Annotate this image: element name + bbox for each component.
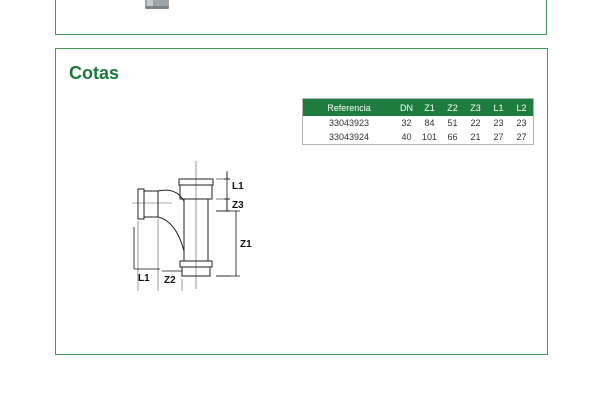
cell-z1: 84 xyxy=(424,118,435,128)
col-header-dn: DN xyxy=(395,98,418,116)
col-header-z1: Z1 xyxy=(418,98,442,116)
cell-l1: 27 xyxy=(493,132,504,142)
cell-referencia: 33043924 xyxy=(328,132,370,142)
fitting-image-fragment xyxy=(145,0,169,9)
col-header-referencia: Referencia xyxy=(302,98,395,116)
dimension-annotations: L1 Z3 Z1 L1 Z2 xyxy=(133,171,252,286)
cell-dn: 40 xyxy=(401,132,412,142)
previous-section-panel xyxy=(55,0,547,35)
label-l1-bottom: L1 xyxy=(138,273,150,284)
dimensions-table: Referencia DN Z1 Z2 Z3 L1 L2 33043923 32… xyxy=(302,98,535,145)
cell-z2: 66 xyxy=(447,132,458,142)
cell-z2: 51 xyxy=(447,118,458,128)
cell-z3: 22 xyxy=(470,118,481,128)
table-row: 33043923 32 84 51 22 23 23 xyxy=(303,116,534,130)
label-z2: Z2 xyxy=(164,275,176,286)
label-z3: Z3 xyxy=(232,200,244,211)
cell-referencia: 33043923 xyxy=(328,118,370,128)
table-row: 33043924 40 101 66 21 27 27 xyxy=(303,130,534,145)
cell-l2: 27 xyxy=(516,132,527,142)
section-title: Cotas xyxy=(69,63,120,83)
label-z1-right: Z1 xyxy=(240,239,252,250)
cell-z3: 21 xyxy=(470,132,481,142)
dimensions-section: Cotas Referencia DN Z1 Z2 Z3 L1 L2 33043… xyxy=(55,48,548,355)
label-l1-top: L1 xyxy=(232,181,244,192)
cell-dn: 32 xyxy=(401,118,412,128)
cell-l2: 23 xyxy=(516,118,527,128)
table-header-row: Referencia DN Z1 Z2 Z3 L1 L2 xyxy=(302,98,534,116)
col-header-z3: Z3 xyxy=(464,98,488,116)
cell-z1: 101 xyxy=(422,132,438,142)
col-header-l1: L1 xyxy=(487,98,511,116)
cell-l1: 23 xyxy=(493,118,504,128)
col-header-z2: Z2 xyxy=(441,98,465,116)
col-header-l2: L2 xyxy=(510,98,534,116)
